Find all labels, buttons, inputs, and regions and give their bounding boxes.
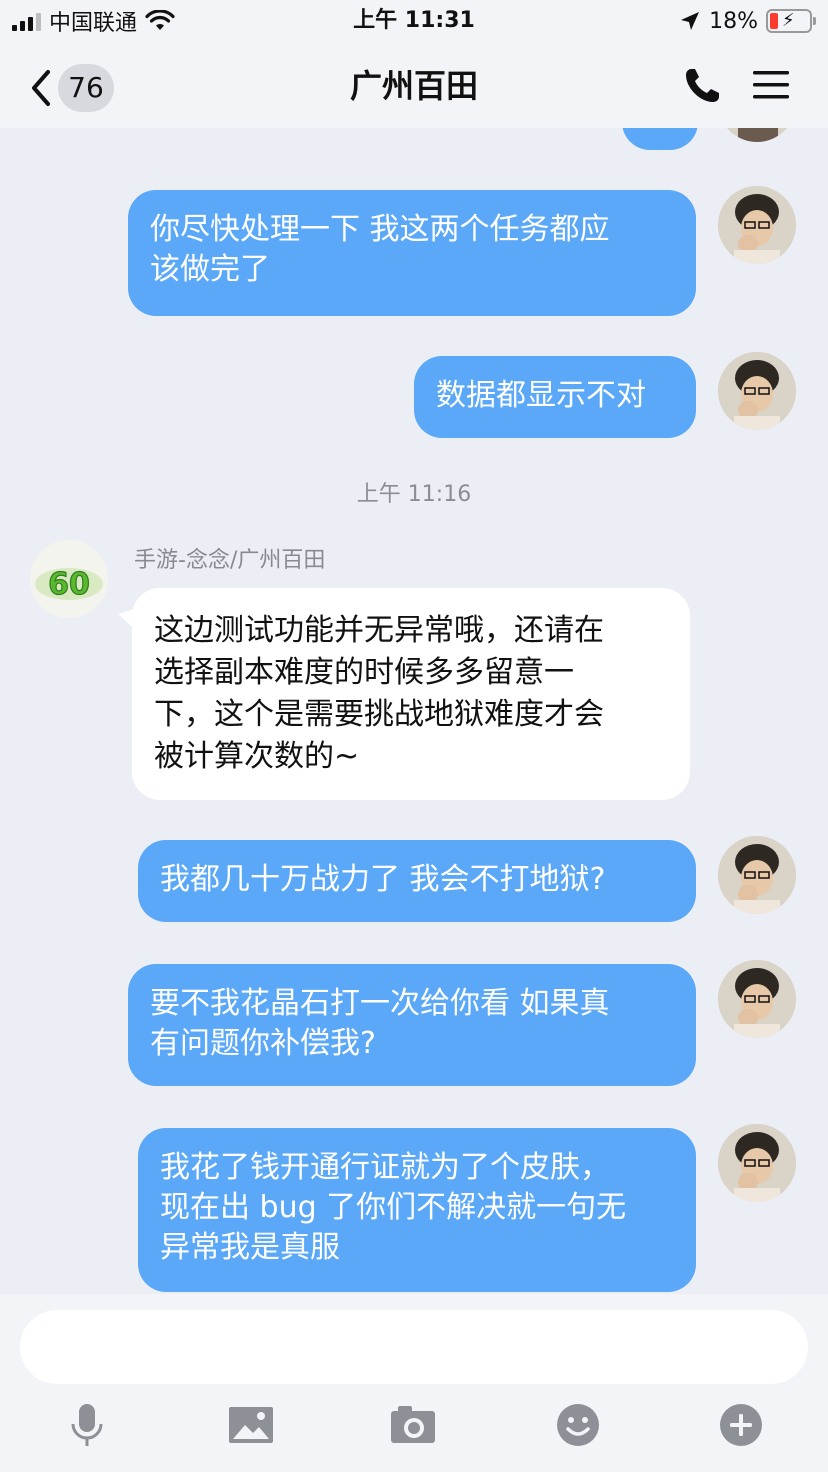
message-line: 我花了钱开通行证就为了个皮肤， <box>160 1150 610 1185</box>
message-line: 你尽快处理一下 我这两个任务都应 <box>150 212 610 247</box>
outgoing-message[interactable]: 我都几十万战力了 我会不打地狱? <box>138 840 696 922</box>
user-avatar[interactable] <box>718 352 796 430</box>
outgoing-message[interactable]: 数据都显示不对 <box>414 356 696 438</box>
message-line: 异常我是真服 <box>160 1230 340 1265</box>
image-icon[interactable] <box>228 1402 274 1448</box>
outgoing-message[interactable]: 你尽快处理一下 我这两个任务都应 该做完了 <box>128 190 696 316</box>
camera-icon[interactable] <box>390 1402 436 1448</box>
user-avatar[interactable] <box>718 186 796 264</box>
menu-icon[interactable] <box>752 68 790 102</box>
user-avatar[interactable] <box>718 960 796 1038</box>
battery-icon: ⚡ <box>766 9 816 33</box>
incoming-message[interactable]: 这边测试功能并无异常哦，还请在 选择副本难度的时候多多留意一 下，这个是需要挑战… <box>132 588 690 800</box>
status-right: 18% ⚡ <box>679 6 816 36</box>
message-line: 这边测试功能并无异常哦，还请在 <box>154 613 604 648</box>
message-line: 我都几十万战力了 我会不打地狱? <box>160 862 606 897</box>
message-input[interactable] <box>20 1310 808 1384</box>
microphone-icon[interactable] <box>64 1402 110 1448</box>
outgoing-message[interactable]: 我花了钱开通行证就为了个皮肤， 现在出 bug 了你们不解决就一句无 异常我是真… <box>138 1128 696 1292</box>
message-timestamp: 上午 11:16 <box>356 482 472 507</box>
message-line: 下，这个是需要挑战地狱难度才会 <box>154 697 604 732</box>
nav-bar: 76 广州百田 <box>0 44 828 128</box>
sender-name: 手游-念念/广州百田 <box>134 548 326 573</box>
battery-percent: 18% <box>709 8 758 34</box>
message-line: 要不我花晶石打一次给你看 如果真 <box>150 986 610 1021</box>
service-avatar[interactable]: 60 <box>30 540 108 618</box>
message-line: 该做完了 <box>150 252 270 287</box>
location-arrow-icon <box>681 12 700 30</box>
plus-icon[interactable] <box>718 1402 764 1448</box>
outgoing-message[interactable]: 要不我花晶石打一次给你看 如果真 有问题你补偿我? <box>128 964 696 1086</box>
user-avatar[interactable] <box>718 836 796 914</box>
input-area <box>0 1294 828 1472</box>
svg-text:60: 60 <box>48 567 90 602</box>
message-line: 有问题你补偿我? <box>150 1026 376 1061</box>
emoji-icon[interactable] <box>555 1402 601 1448</box>
phone-icon[interactable] <box>682 66 722 106</box>
message-line: 现在出 bug 了你们不解决就一句无 <box>160 1190 627 1225</box>
message-line: 被计算次数的~ <box>154 739 360 774</box>
user-avatar[interactable] <box>718 1124 796 1202</box>
chat-area[interactable]: 你尽快处理一下 我这两个任务都应 该做完了 数据都显示不对 上午 11:16 6… <box>0 128 828 1294</box>
game-logo-icon: 60 <box>30 540 108 618</box>
message-line: 选择副本难度的时候多多留意一 <box>154 655 574 690</box>
charging-bolt-icon: ⚡ <box>782 10 795 31</box>
message-line: 数据都显示不对 <box>436 378 646 413</box>
user-avatar <box>718 128 796 142</box>
message-bubble-partial <box>622 128 698 150</box>
status-bar: 中国联通 上午 11:31 18% ⚡ <box>0 0 828 44</box>
